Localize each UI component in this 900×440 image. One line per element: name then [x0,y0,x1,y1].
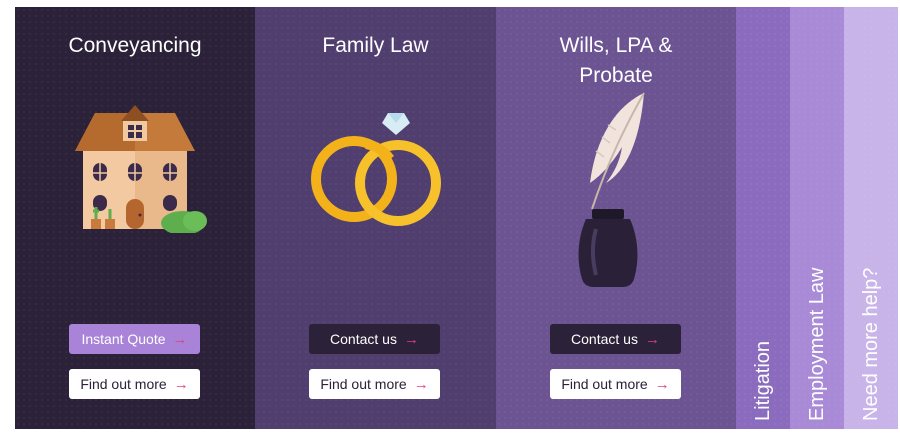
contact-us-button[interactable]: Contact us → [309,324,440,354]
button-label: Contact us [330,331,397,347]
contact-us-button[interactable]: Contact us → [550,324,681,354]
arrow-right-icon: → [403,330,419,348]
button-label: Find out more [80,376,167,392]
find-out-more-button[interactable]: Find out more → [309,369,440,399]
tab-need-more-help[interactable]: Need more help? [844,7,898,429]
tab-employment-law[interactable]: Employment Law [790,7,844,429]
arrow-right-icon: → [172,330,188,348]
house-illustration [15,103,255,233]
services-accordion: Conveyancing Instant Quote → Find out mo… [15,7,899,429]
button-label: Find out more [320,376,407,392]
panel-wills-lpa-probate[interactable]: Wills, LPA & Probate Contact us → Find o… [496,7,736,429]
tab-label: Employment Law [806,267,828,421]
panel-title: Wills, LPA & Probate [559,34,673,87]
panel-family-law[interactable]: Family Law Contact us → Find out more → [255,7,496,429]
wedding-rings-illustration [255,107,496,237]
panel-conveyancing[interactable]: Conveyancing Instant Quote → Find out mo… [15,7,255,429]
arrow-right-icon: → [173,375,189,393]
button-label: Find out more [561,376,648,392]
tab-label: Litigation [752,340,774,421]
tab-label: Need more help? [860,267,882,421]
find-out-more-button[interactable]: Find out more → [69,369,200,399]
arrow-right-icon: → [413,375,429,393]
find-out-more-button[interactable]: Find out more → [550,369,681,399]
button-label: Instant Quote [81,331,166,347]
tab-litigation[interactable]: Litigation [736,7,790,429]
quill-inkpot-illustration [496,91,736,291]
button-label: Contact us [571,331,638,347]
panel-title: Family Law [322,34,429,57]
instant-quote-button[interactable]: Instant Quote → [69,324,200,354]
arrow-right-icon: → [654,375,670,393]
panel-title: Conveyancing [68,34,202,57]
arrow-right-icon: → [644,330,660,348]
